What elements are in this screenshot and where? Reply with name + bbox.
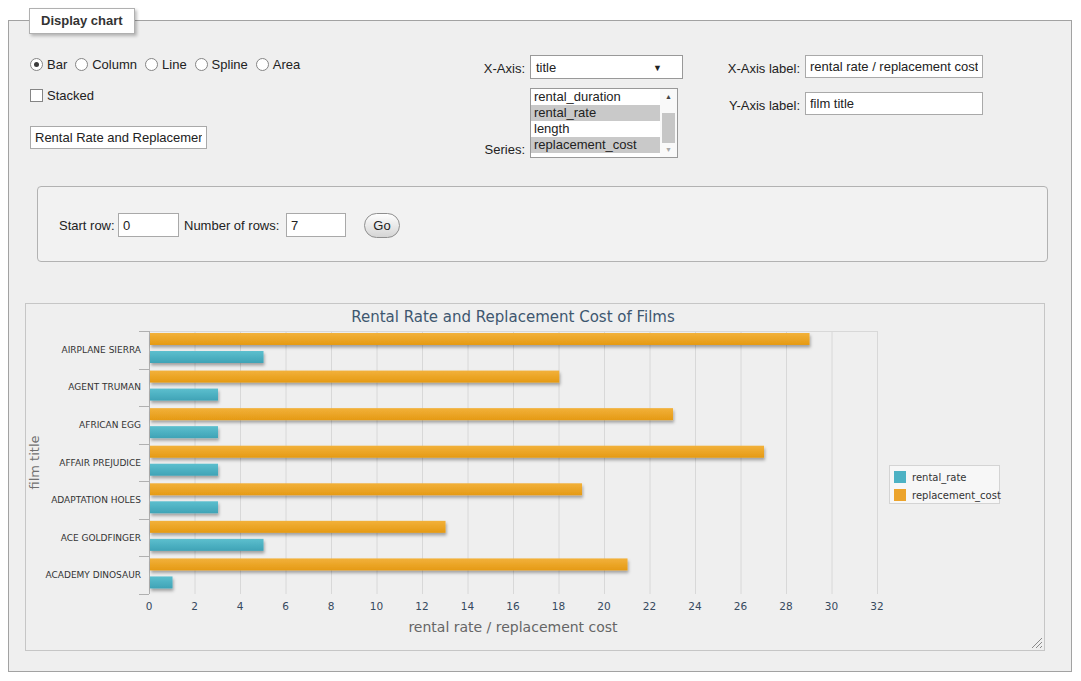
radio-label: Column [92,57,137,72]
stacked-option[interactable]: Stacked [30,88,94,102]
x-axis-select-label: X-Axis: [409,61,525,76]
start-row-label: Start row: [59,218,115,233]
stacked-label: Stacked [47,88,94,103]
svg-text:AFFAIR PREJUDICE: AFFAIR PREJUDICE [59,458,141,468]
chart-type-options: Bar Column Line Spline Area [30,56,308,72]
x-axis-select-value: title [536,60,556,75]
go-button[interactable]: Go [364,213,400,238]
svg-text:AGENT TRUMAN: AGENT TRUMAN [68,382,141,392]
chart-type-option-column[interactable]: Column [75,57,137,72]
radio-label: Bar [47,57,67,72]
number-of-rows-input[interactable] [286,213,346,237]
svg-text:ACADEMY DINOSAUR: ACADEMY DINOSAUR [46,570,141,580]
display-chart-fieldset: Display chart BarColumnLineSplineArea St… [8,20,1072,672]
svg-text:14: 14 [461,600,475,612]
radio-icon[interactable] [195,58,208,71]
start-row-input[interactable] [118,213,179,237]
scrollbar-thumb[interactable] [662,113,675,143]
bar-chart: Rental Rate and Replacement Cost of Film… [26,304,1044,650]
svg-text:30: 30 [825,600,838,612]
svg-text:26: 26 [734,600,748,612]
radio-label: Area [273,57,300,72]
svg-text:4: 4 [237,600,244,612]
row-controls-box: Start row: Number of rows: Go [37,186,1048,262]
svg-text:rental_rate: rental_rate [912,472,967,484]
svg-text:18: 18 [552,600,565,612]
x-axis-label-label: X-Axis label: [609,61,800,76]
chart-container: Rental Rate and Replacement Cost of Film… [25,303,1045,651]
series-option-replacement_cost[interactable]: replacement_cost [531,137,677,153]
svg-text:22: 22 [643,600,656,612]
svg-text:28: 28 [779,600,792,612]
radio-icon[interactable] [30,58,43,71]
radio-icon[interactable] [145,58,158,71]
x-axis-label-input[interactable] [805,55,983,78]
chart-type-option-spline[interactable]: Spline [195,57,248,72]
number-of-rows-label: Number of rows: [184,218,279,233]
svg-text:ADAPTATION HOLES: ADAPTATION HOLES [51,495,141,505]
series-select-label: Series: [409,142,525,157]
svg-text:0: 0 [146,600,153,612]
y-axis-label-input[interactable] [805,92,983,115]
chart-type-option-area[interactable]: Area [256,57,300,72]
series-option-length[interactable]: length [531,121,677,137]
svg-text:ACE GOLDFINGER: ACE GOLDFINGER [61,533,141,543]
svg-text:20: 20 [597,600,610,612]
svg-text:10: 10 [370,600,383,612]
chart-type-option-line[interactable]: Line [145,57,187,72]
y-axis-label-label: Y-Axis label: [609,98,800,113]
svg-text:Rental Rate and Replacement Co: Rental Rate and Replacement Cost of Film… [351,308,675,326]
radio-icon[interactable] [256,58,269,71]
chart-title-input[interactable] [30,126,207,149]
svg-text:replacement_cost: replacement_cost [912,490,1001,502]
radio-label: Spline [212,57,248,72]
svg-text:AFRICAN EGG: AFRICAN EGG [79,420,141,430]
svg-text:32: 32 [870,600,883,612]
svg-text:2: 2 [191,600,198,612]
fieldset-legend: Display chart [29,8,135,34]
radio-icon[interactable] [75,58,88,71]
radio-label: Line [162,57,187,72]
chart-type-option-bar[interactable]: Bar [30,57,67,72]
svg-text:film title: film title [27,435,42,489]
svg-text:rental rate / replacement cost: rental rate / replacement cost [408,619,618,635]
svg-text:AIRPLANE SIERRA: AIRPLANE SIERRA [61,345,141,355]
stacked-checkbox[interactable] [30,89,43,102]
svg-text:8: 8 [328,600,335,612]
svg-text:16: 16 [506,600,520,612]
svg-text:12: 12 [415,600,428,612]
svg-text:6: 6 [282,600,289,612]
resize-handle-icon[interactable] [1031,637,1043,649]
svg-text:24: 24 [688,600,702,612]
scrollbar-down-icon[interactable]: ▼ [660,142,677,157]
